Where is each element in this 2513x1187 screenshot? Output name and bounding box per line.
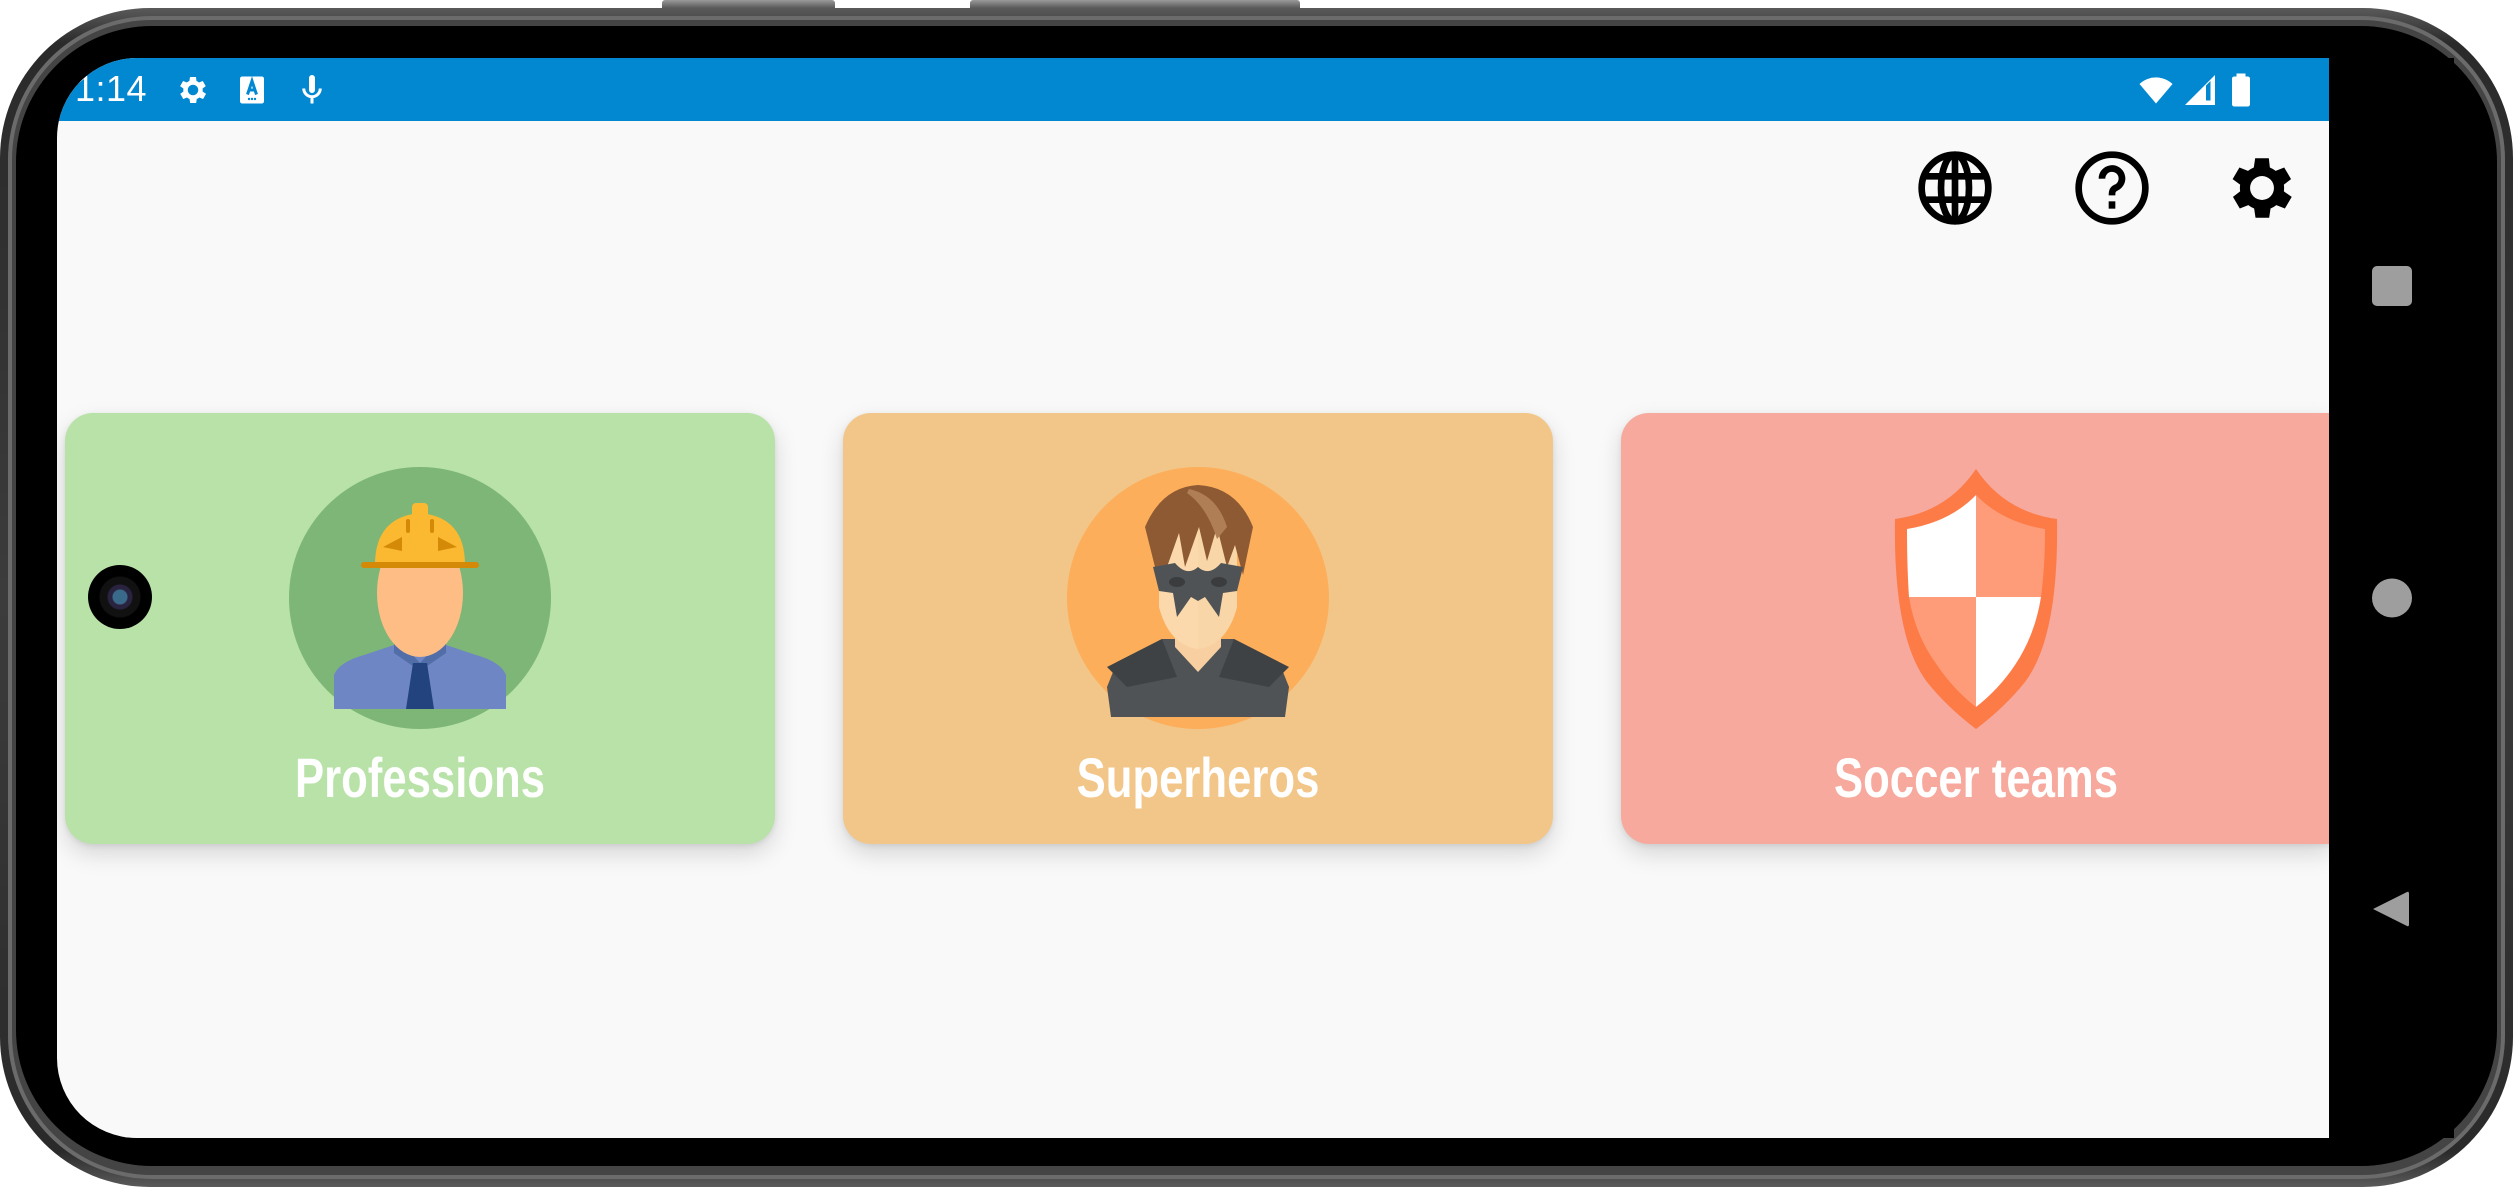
globe-icon xyxy=(1918,151,1992,225)
home-button[interactable] xyxy=(2372,578,2412,618)
category-card-professions[interactable]: Professions xyxy=(65,413,775,844)
category-title: Soccer teams xyxy=(1833,746,2119,809)
gear-icon xyxy=(2232,158,2292,218)
settings-icon xyxy=(180,76,207,104)
back-icon xyxy=(2373,891,2409,927)
text-a-icon xyxy=(240,76,264,104)
status-bar: 1:14 xyxy=(57,58,2329,121)
navigation-bar xyxy=(2329,58,2454,1138)
construction-worker-icon xyxy=(334,503,506,709)
back-button[interactable] xyxy=(2371,888,2411,930)
help-circle-icon xyxy=(2075,151,2149,225)
battery-icon xyxy=(2232,73,2250,107)
help-button[interactable] xyxy=(2067,143,2157,233)
signal-icon xyxy=(2185,75,2215,105)
status-time: 1:14 xyxy=(75,68,148,109)
category-card-soccer-teams[interactable]: Soccer teams xyxy=(1621,413,2329,844)
wifi-icon xyxy=(2139,77,2173,104)
masked-hero-icon xyxy=(1107,485,1289,717)
category-title: Professions xyxy=(294,746,546,809)
app-screen: 1:14 Professions Superheros Soccer teams xyxy=(57,58,2329,1138)
category-card-superheros[interactable]: Superheros xyxy=(843,413,1553,844)
settings-button[interactable] xyxy=(2217,143,2307,233)
category-title: Superheros xyxy=(1076,746,1320,809)
shield-crest-icon xyxy=(1894,469,2058,729)
language-button[interactable] xyxy=(1910,143,2000,233)
recents-button[interactable] xyxy=(2372,266,2412,306)
front-camera xyxy=(88,565,152,629)
microphone-icon xyxy=(302,75,322,104)
